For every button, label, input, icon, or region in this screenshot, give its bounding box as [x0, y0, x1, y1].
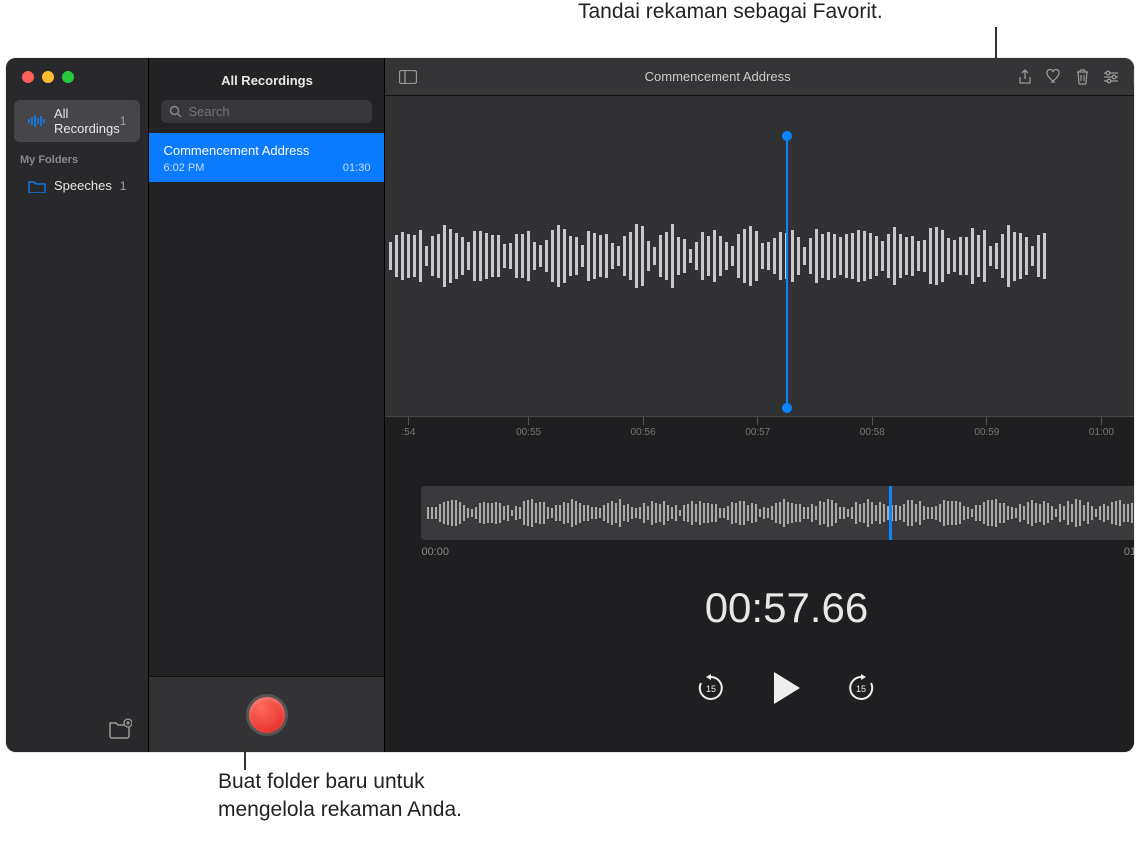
sidebar-item-all-recordings[interactable]: All Recordings 1 [14, 100, 140, 142]
sidebar-item-count: 1 [120, 114, 127, 128]
minimap-start: 00:00 [421, 546, 449, 558]
play-button[interactable] [770, 670, 802, 711]
callout-line [244, 746, 246, 770]
new-folder-button[interactable] [108, 718, 132, 740]
playhead[interactable] [786, 136, 788, 408]
time-display: 00:57.66 [385, 584, 1134, 632]
sidebar-item-label: All Recordings [54, 106, 120, 136]
time-ruler: :5400:5500:5600:5700:5800:5901:00 [385, 416, 1134, 450]
recording-duration: 01:30 [343, 162, 371, 174]
list-title: All Recordings [149, 58, 384, 100]
main-panel: Commencement Address Edit :5400:5500:560… [385, 58, 1134, 752]
recording-item[interactable]: Commencement Address 6:02 PM 01:30 [149, 133, 384, 182]
toggle-sidebar-button[interactable] [399, 70, 417, 84]
folder-icon [28, 179, 46, 193]
sidebar: All Recordings 1 My Folders Speeches 1 [6, 58, 149, 752]
recordings-list-panel: All Recordings Commencement Address 6:02… [149, 58, 385, 752]
callout-favorite: Tandai rekaman sebagai Favorit. [570, 0, 1070, 24]
recording-name: Commencement Address [163, 143, 370, 158]
window-controls [22, 71, 74, 83]
playback-controls: 15 15 [385, 670, 1134, 711]
sidebar-item-label: Speeches [54, 178, 120, 193]
record-button[interactable] [246, 694, 288, 736]
favorite-button[interactable] [1046, 69, 1062, 84]
toolbar-title: Commencement Address [431, 69, 1003, 84]
search-field[interactable] [161, 100, 372, 123]
sidebar-item-count: 1 [120, 179, 127, 193]
close-button[interactable] [22, 71, 34, 83]
waveform-main[interactable] [385, 96, 1134, 416]
callout-line [995, 27, 997, 62]
sidebar-section-header: My Folders [6, 144, 148, 170]
search-input[interactable] [188, 104, 364, 119]
waveform-bars [385, 186, 1134, 326]
edit-button[interactable]: Edit [1133, 67, 1134, 87]
options-button[interactable] [1103, 70, 1119, 84]
delete-button[interactable] [1076, 69, 1089, 85]
minimap-end: 01:30 [1124, 546, 1134, 558]
callout-new-folder: Buat folder baru untukmengelola rekaman … [218, 768, 462, 825]
svg-text:15: 15 [706, 684, 716, 694]
sidebar-item-speeches[interactable]: Speeches 1 [14, 172, 140, 199]
minimap[interactable] [421, 486, 1134, 540]
waveform-icon [28, 114, 46, 128]
recording-time: 6:02 PM [163, 162, 204, 174]
skip-forward-15-button[interactable]: 15 [846, 673, 876, 708]
app-window: All Recordings 1 My Folders Speeches 1 A… [6, 58, 1134, 752]
minimize-button[interactable] [42, 71, 54, 83]
toolbar: Commencement Address Edit [385, 58, 1134, 96]
search-icon [169, 105, 182, 118]
maximize-button[interactable] [62, 71, 74, 83]
minimap-playhead[interactable] [889, 486, 892, 540]
skip-back-15-button[interactable]: 15 [696, 673, 726, 708]
svg-text:15: 15 [856, 684, 866, 694]
share-button[interactable] [1018, 69, 1032, 85]
record-bar [149, 676, 384, 752]
